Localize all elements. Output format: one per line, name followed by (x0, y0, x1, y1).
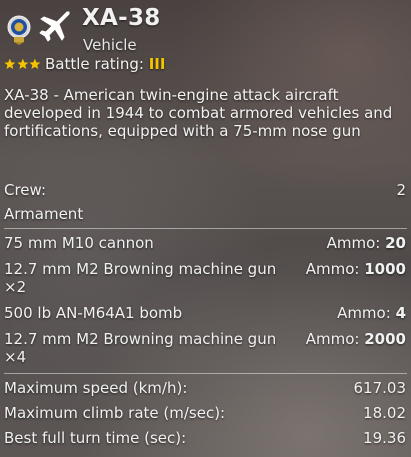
ammo-label: Ammo: (326, 234, 381, 252)
ammo-label: Ammo: (305, 330, 360, 348)
medal-icon (7, 15, 31, 45)
stat-label: Maximum climb rate (m/sec): (4, 404, 226, 422)
ammo-value: 20 (385, 234, 406, 252)
weapon-name: 500 lb AN-M64A1 bomb (4, 304, 183, 322)
weapon-ammo: Ammo: 20 (327, 234, 406, 252)
ammo-value: 2000 (364, 330, 406, 348)
battle-rating-value: III (148, 55, 166, 73)
weapon-row: 12.7 mm M2 Browning machine gun Ammo: 20… (4, 330, 406, 348)
weapon-count: ×2 (4, 278, 27, 296)
vehicle-title: XA-38 (82, 5, 161, 31)
stat-row: Maximum climb rate (m/sec): 18.02 (4, 404, 406, 422)
battle-rating-label: Battle rating: (45, 55, 144, 73)
divider (4, 228, 407, 229)
divider (4, 373, 407, 374)
weapon-ammo: Ammo: 2000 (306, 330, 406, 348)
ammo-label: Ammo: (337, 304, 391, 322)
rank-stars (4, 58, 41, 70)
stat-label: Best full turn time (sec): (4, 429, 187, 447)
weapon-row: 12.7 mm M2 Browning machine gun Ammo: 10… (4, 260, 406, 278)
stat-value: 18.02 (363, 404, 406, 422)
weapon-row: 75 mm M10 cannon Ammo: 20 (4, 234, 406, 252)
crew-row: Crew: 2 (4, 181, 406, 199)
stat-row: Best full turn time (sec): 19.36 (4, 429, 406, 447)
stat-label: Maximum speed (km/h): (4, 379, 188, 397)
crew-value: 2 (396, 181, 406, 199)
crew-label: Crew: (4, 181, 47, 199)
weapon-name: 75 mm M10 cannon (4, 234, 154, 252)
star-icon (17, 58, 28, 70)
vehicle-subtitle: Vehicle (83, 36, 137, 54)
ammo-label: Ammo: (305, 260, 360, 278)
weapon-ammo: Ammo: 4 (337, 304, 406, 322)
star-icon (4, 58, 16, 70)
stat-row: Maximum speed (km/h): 617.03 (4, 379, 406, 397)
stat-value: 617.03 (353, 379, 407, 397)
weapon-count: ×4 (4, 348, 27, 366)
stat-value: 19.36 (363, 429, 406, 447)
battle-rating: Battle rating: III (45, 55, 165, 74)
armament-heading: Armament (4, 205, 84, 223)
ammo-value: 4 (395, 304, 406, 322)
ammo-value: 1000 (364, 260, 406, 278)
weapon-row: 500 lb AN-M64A1 bomb Ammo: 4 (4, 304, 406, 322)
aircraft-icon (39, 11, 70, 42)
vehicle-description: XA-38 - American twin-engine attack airc… (4, 86, 393, 140)
weapon-ammo: Ammo: 1000 (306, 260, 406, 278)
weapon-name: 12.7 mm M2 Browning machine gun (4, 260, 277, 278)
weapon-name: 12.7 mm M2 Browning machine gun (4, 330, 277, 348)
star-icon (29, 58, 41, 70)
